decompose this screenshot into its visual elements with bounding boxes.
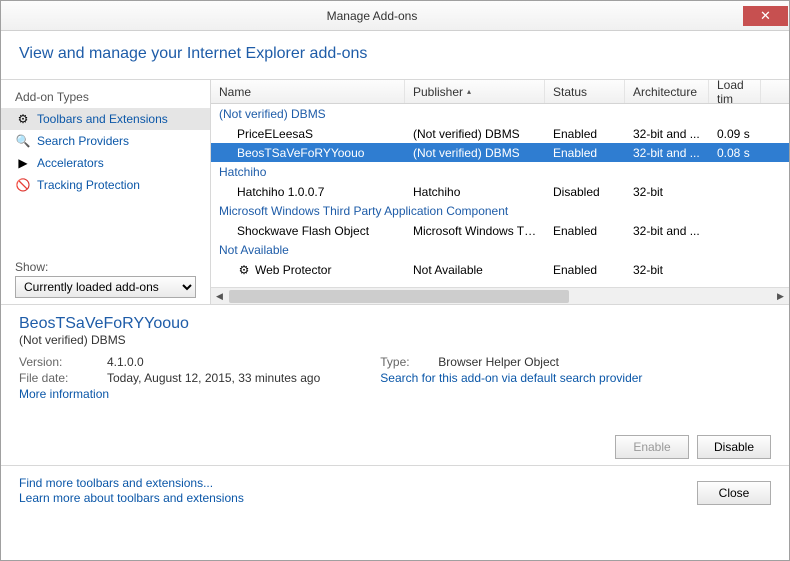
version-value: 4.1.0.0 xyxy=(107,355,144,369)
col-architecture[interactable]: Architecture xyxy=(625,80,709,103)
table-cell: 0.08 s xyxy=(709,146,761,160)
addon-icon: ⚙ xyxy=(237,263,251,277)
enable-button[interactable]: Enable xyxy=(615,435,689,459)
sidebar-item-tracking-protection[interactable]: 🚫 Tracking Protection xyxy=(1,174,210,196)
titlebar: Manage Add-ons ✕ xyxy=(1,1,789,31)
sort-caret-icon: ▴ xyxy=(467,87,471,96)
table-cell: Hatchiho xyxy=(405,185,545,199)
sidebar-item-label: Accelerators xyxy=(37,156,104,170)
accelerator-icon: ▶ xyxy=(15,155,31,171)
sidebar-item-label: Toolbars and Extensions xyxy=(37,112,168,126)
search-icon: 🔍 xyxy=(15,133,31,149)
page-title: View and manage your Internet Explorer a… xyxy=(19,45,771,63)
selected-addon-publisher: (Not verified) DBMS xyxy=(19,333,771,347)
block-icon: 🚫 xyxy=(15,177,31,193)
table-group[interactable]: Not Available xyxy=(211,240,789,260)
header: View and manage your Internet Explorer a… xyxy=(1,31,789,80)
table-row[interactable]: Shockwave Flash ObjectMicrosoft Windows … xyxy=(211,221,789,240)
sidebar-item-toolbars[interactable]: ⚙ Toolbars and Extensions xyxy=(1,108,210,130)
table-cell: 32-bit xyxy=(625,185,709,199)
sidebar-heading: Add-on Types xyxy=(1,90,210,108)
table-cell: (Not verified) DBMS xyxy=(405,146,545,160)
table-row[interactable]: Hatchiho 1.0.0.7HatchihoDisabled32-bit xyxy=(211,182,789,201)
table-cell: Disabled xyxy=(545,185,625,199)
gear-icon: ⚙ xyxy=(15,111,31,127)
filedate-label: File date: xyxy=(19,371,99,385)
type-value: Browser Helper Object xyxy=(438,355,559,369)
table-cell: Enabled xyxy=(545,224,625,238)
table-cell: BeosTSaVeFoRYYoouo xyxy=(211,146,405,160)
table-cell: 32-bit xyxy=(625,263,709,277)
scroll-thumb[interactable] xyxy=(229,290,569,303)
table-cell: 0.09 s xyxy=(709,127,761,141)
filedate-value: Today, ‎August ‎12, ‎2015, 33 minutes ag… xyxy=(107,371,320,385)
table-cell: Microsoft Windows Thir... xyxy=(405,224,545,238)
table-cell: Hatchiho 1.0.0.7 xyxy=(211,185,405,199)
more-information-link[interactable]: More information xyxy=(19,387,320,401)
window-title: Manage Add-ons xyxy=(1,9,743,23)
table-group[interactable]: (Not verified) DBMS xyxy=(211,104,789,124)
table-cell: 32-bit and ... xyxy=(625,146,709,160)
table-group[interactable]: Microsoft Windows Third Party Applicatio… xyxy=(211,201,789,221)
table-group[interactable]: Hatchiho xyxy=(211,162,789,182)
selected-addon-name: BeosTSaVeFoRYYoouo xyxy=(19,315,771,333)
table-row[interactable]: PriceELeesaS(Not verified) DBMSEnabled32… xyxy=(211,124,789,143)
show-dropdown[interactable]: Currently loaded add-ons xyxy=(15,276,196,298)
table-cell: Enabled xyxy=(545,127,625,141)
search-addon-link[interactable]: Search for this add-on via default searc… xyxy=(380,371,642,385)
disable-button[interactable]: Disable xyxy=(697,435,771,459)
col-publisher[interactable]: Publisher▴ xyxy=(405,80,545,103)
col-name[interactable]: Name xyxy=(211,80,405,103)
table-cell: Enabled xyxy=(545,146,625,160)
details-pane: BeosTSaVeFoRYYoouo (Not verified) DBMS V… xyxy=(1,305,789,435)
sidebar: Add-on Types ⚙ Toolbars and Extensions 🔍… xyxy=(1,80,211,304)
find-more-link[interactable]: Find more toolbars and extensions... xyxy=(19,476,244,490)
col-load-time[interactable]: Load tim xyxy=(709,80,761,103)
table-header: Name Publisher▴ Status Architecture Load… xyxy=(211,80,789,104)
addons-table: Name Publisher▴ Status Architecture Load… xyxy=(211,80,789,304)
sidebar-item-search-providers[interactable]: 🔍 Search Providers xyxy=(1,130,210,152)
learn-more-link[interactable]: Learn more about toolbars and extensions xyxy=(19,491,244,505)
type-label: Type: xyxy=(380,355,430,369)
table-cell: PriceELeesaS xyxy=(211,127,405,141)
table-cell: ⚙Web Protector xyxy=(211,263,405,277)
table-cell: Not Available xyxy=(405,263,545,277)
table-row[interactable]: BeosTSaVeFoRYYoouo(Not verified) DBMSEna… xyxy=(211,143,789,162)
table-cell: 32-bit and ... xyxy=(625,127,709,141)
table-cell: (Not verified) DBMS xyxy=(405,127,545,141)
version-label: Version: xyxy=(19,355,99,369)
table-row[interactable]: ⚙Web ProtectorNot AvailableEnabled32-bit xyxy=(211,260,789,279)
scroll-right-icon[interactable]: ▶ xyxy=(772,288,789,304)
scroll-left-icon[interactable]: ◀ xyxy=(211,288,228,304)
horizontal-scrollbar[interactable]: ◀ ▶ xyxy=(211,287,789,304)
table-cell: Shockwave Flash Object xyxy=(211,224,405,238)
window-close-button[interactable]: ✕ xyxy=(743,6,788,26)
show-label: Show: xyxy=(15,260,196,274)
sidebar-item-label: Search Providers xyxy=(37,134,129,148)
table-cell: 32-bit and ... xyxy=(625,224,709,238)
sidebar-item-accelerators[interactable]: ▶ Accelerators xyxy=(1,152,210,174)
sidebar-item-label: Tracking Protection xyxy=(37,178,140,192)
col-status[interactable]: Status xyxy=(545,80,625,103)
close-button[interactable]: Close xyxy=(697,481,771,505)
table-cell: Enabled xyxy=(545,263,625,277)
